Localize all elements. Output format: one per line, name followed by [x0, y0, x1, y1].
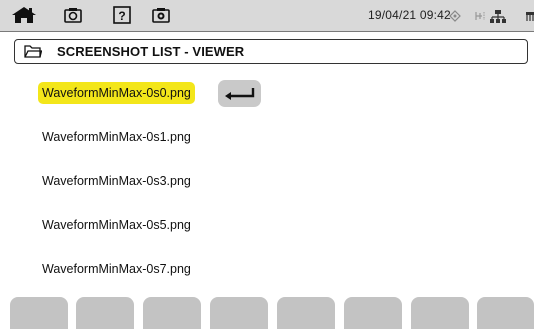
softkey-1[interactable] — [10, 297, 68, 329]
softkey-3[interactable] — [143, 297, 201, 329]
help-icon[interactable]: ? — [112, 5, 132, 25]
file-item[interactable]: WaveformMinMax-0s1.png — [32, 123, 492, 167]
enter-button[interactable] — [218, 80, 261, 107]
folder-icon — [24, 44, 43, 59]
path-bar: SCREENSHOT LIST - VIEWER — [14, 39, 528, 64]
screenshot-settings-icon[interactable] — [151, 5, 171, 25]
page-title: SCREENSHOT LIST - VIEWER — [57, 44, 245, 59]
softkey-7[interactable] — [411, 297, 469, 329]
screenshot-icon[interactable] — [63, 5, 83, 25]
softkey-5[interactable] — [277, 297, 335, 329]
file-item[interactable]: WaveformMinMax-0s5.png — [32, 211, 492, 255]
softkey-bar — [0, 297, 534, 329]
battery-icon — [474, 9, 488, 23]
file-name: WaveformMinMax-0s7.png — [42, 262, 191, 276]
file-name: WaveformMinMax-0s1.png — [42, 130, 191, 144]
memory-icon — [526, 9, 534, 23]
softkey-6[interactable] — [344, 297, 402, 329]
file-name: WaveformMinMax-0s0.png — [38, 82, 195, 104]
datetime: 19/04/21 09:42 — [368, 8, 451, 22]
file-item-selected[interactable]: WaveformMinMax-0s0.png — [32, 79, 492, 123]
status-bar: ? 19/04/21 09:42 — [0, 0, 534, 32]
file-list: WaveformMinMax-0s0.png WaveformMinMax-0s… — [32, 79, 492, 299]
softkey-4[interactable] — [210, 297, 268, 329]
home-icon[interactable] — [10, 5, 38, 25]
enter-return-icon — [224, 87, 254, 100]
softkey-8[interactable] — [477, 297, 534, 329]
file-name: WaveformMinMax-0s5.png — [42, 218, 191, 232]
svg-text:?: ? — [118, 9, 125, 23]
power-icon — [449, 9, 461, 23]
softkey-2[interactable] — [76, 297, 134, 329]
network-icon — [490, 9, 506, 23]
file-name: WaveformMinMax-0s3.png — [42, 174, 191, 188]
file-item[interactable]: WaveformMinMax-0s3.png — [32, 167, 492, 211]
file-item[interactable]: WaveformMinMax-0s7.png — [32, 255, 492, 299]
